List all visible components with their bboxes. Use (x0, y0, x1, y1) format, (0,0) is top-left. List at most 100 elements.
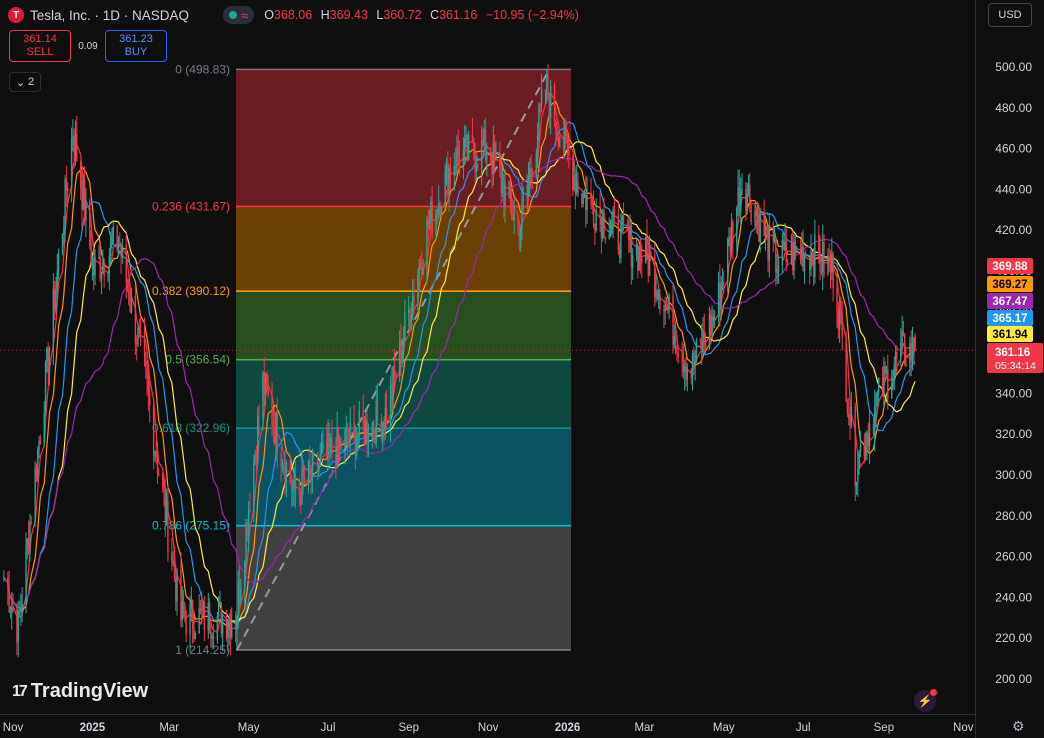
currency-select[interactable]: USD (988, 3, 1032, 27)
candle-body (723, 282, 725, 285)
ai-assistant-icon[interactable]: ⚡ (914, 689, 937, 712)
candle-body (618, 249, 621, 258)
candle-body (884, 366, 886, 374)
last-price-countdown: 05:34:14 (995, 360, 1036, 372)
candle-body (180, 569, 182, 620)
last-price-tag-value: 361.16 (995, 347, 1030, 359)
candle-body (26, 538, 29, 545)
fibonacci-retracement-layer[interactable]: 0 (498.83)0.236 (431.67)0.382 (390.12)0.… (152, 62, 571, 657)
symbol-title[interactable]: Tesla, Inc. · 1D · NASDAQ (30, 8, 189, 23)
candle-body (673, 336, 675, 345)
candle-body (539, 104, 541, 106)
candle-body (586, 194, 588, 211)
time-tick-label: May (238, 722, 260, 734)
candle-body (630, 225, 633, 268)
candle-body (38, 440, 40, 450)
buy-button[interactable]: 361.23 BUY (105, 30, 167, 62)
candle-body (829, 260, 832, 273)
candle-body (503, 182, 505, 206)
candle-body (823, 241, 825, 275)
candle-body (910, 343, 912, 361)
candle-body (665, 304, 668, 307)
candle-body (102, 261, 104, 274)
candle-body (582, 193, 584, 205)
price-tick-label: 420.00 (995, 223, 1032, 237)
candle-body (795, 250, 798, 252)
price-tick-label: 280.00 (995, 509, 1032, 523)
candle-body (335, 454, 337, 469)
price-axis-tag: 369.88 (987, 258, 1033, 274)
low-value: 360.72 (383, 8, 422, 22)
candle-body (72, 135, 74, 139)
indicators-collapse-button[interactable]: ⌄ 2 (9, 72, 41, 92)
candle-body (730, 222, 733, 253)
candle-body (881, 377, 884, 396)
candle-body (349, 422, 351, 443)
open-key: O (264, 8, 274, 22)
tesla-logo-icon[interactable]: T (8, 7, 24, 23)
gear-icon[interactable]: ⚙ (1012, 718, 1025, 735)
candle-body (540, 89, 543, 105)
candle-body (90, 245, 92, 265)
candle-body (201, 608, 203, 611)
candle-body (283, 466, 285, 468)
tradingview-logo[interactable]: 17 TradingView (12, 680, 148, 703)
candle-body (52, 288, 55, 348)
candle-body (548, 97, 551, 118)
candle-body (320, 449, 323, 455)
market-status-pill[interactable]: ≈ (223, 6, 255, 24)
sell-price: 361.14 (23, 33, 57, 45)
candle-body (272, 426, 275, 428)
candle-body (684, 366, 686, 373)
candle-body (781, 240, 784, 266)
candle-body (674, 336, 677, 352)
candle-body (909, 343, 911, 367)
candle-body (849, 418, 851, 426)
candle-body (538, 104, 540, 136)
candle-body (574, 175, 577, 194)
candle-body (836, 288, 838, 312)
candle-body (245, 522, 247, 562)
candle-body (193, 628, 195, 640)
candle-body (240, 588, 242, 601)
candle-body (590, 194, 592, 197)
candle-body (766, 226, 768, 228)
candle-body (703, 331, 705, 341)
candle-body (518, 223, 521, 248)
candle-body (818, 234, 820, 254)
candle-body (777, 265, 780, 270)
candle-body (417, 276, 419, 301)
wave-icon: ≈ (241, 7, 249, 23)
candle-body (892, 375, 894, 387)
candle-body (340, 439, 342, 451)
candle-body (339, 439, 341, 445)
price-axis-tag-text: 367.47 (992, 296, 1027, 308)
candle-body (790, 242, 793, 263)
candle-body (117, 243, 120, 250)
candle-body (509, 182, 511, 202)
candle-body (116, 226, 118, 250)
candle-body (772, 224, 774, 242)
time-tick-label: Nov (3, 722, 24, 734)
candle-body (395, 373, 397, 378)
candle-body (738, 187, 741, 212)
price-chart[interactable]: 0 (498.83)0.236 (431.67)0.382 (390.12)0.… (0, 0, 1044, 738)
candle-body (111, 241, 113, 243)
candle-body (595, 210, 597, 231)
candle-body (346, 429, 349, 441)
candle-body (876, 393, 879, 397)
candle-body (391, 385, 393, 399)
candle-body (254, 454, 256, 463)
candle-body (365, 420, 367, 445)
candle-body (409, 310, 411, 326)
candle-body (70, 138, 73, 189)
candle-body (457, 147, 459, 158)
candle-body (591, 196, 593, 206)
sell-button[interactable]: 361.14 SELL (9, 30, 71, 62)
candle-body (846, 402, 849, 414)
candle-body (699, 340, 702, 342)
candle-body (577, 182, 579, 195)
candle-body (30, 522, 32, 524)
candle-body (594, 224, 596, 231)
candle-body (693, 352, 695, 366)
